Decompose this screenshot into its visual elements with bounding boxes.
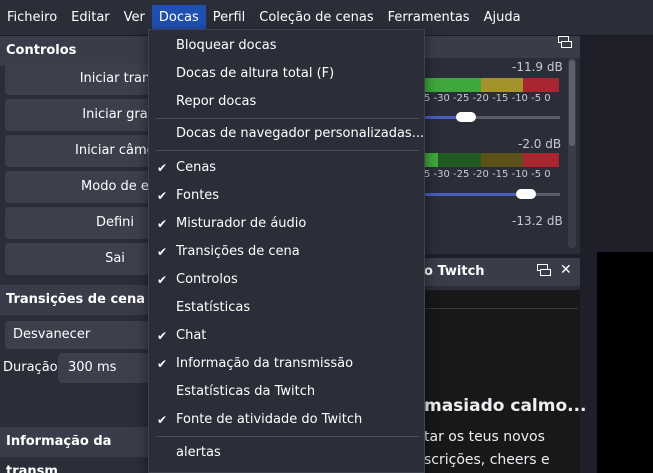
menu-item-audio-mixer[interactable]: ✔ Misturador de áudio — [149, 210, 424, 238]
check-icon: ✔ — [156, 245, 168, 259]
mixer-scrollbar-thumb[interactable] — [569, 60, 575, 146]
channel-1-meter — [424, 78, 559, 92]
undock-icon[interactable] — [558, 36, 572, 48]
menu-separator — [156, 436, 419, 437]
twitch-undock-icon[interactable] — [537, 264, 551, 276]
docas-dropdown-menu: Bloquear docas Docas de altura total (F)… — [148, 29, 425, 473]
divider — [424, 308, 578, 309]
menu-item-reset-docks[interactable]: Repor docas — [149, 88, 424, 116]
channel-2-db: -2.0 dB — [518, 137, 562, 151]
twitch-text-line-1: tar os teus novos — [424, 429, 545, 445]
menu-item-scene-transitions[interactable]: ✔ Transições de cena — [149, 238, 424, 266]
menu-item-scenes[interactable]: ✔ Cenas — [149, 154, 424, 182]
twitch-text-line-2: scrições, cheers e — [424, 452, 550, 468]
start-virtual-camera-button[interactable]: Iniciar câmera v — [5, 135, 155, 167]
menu-ajuda[interactable]: Ajuda — [477, 5, 528, 31]
transition-select[interactable]: Desvanecer — [5, 321, 155, 349]
menu-docas[interactable]: Docas — [151, 4, 206, 31]
menu-item-controls[interactable]: ✔ Controlos — [149, 266, 424, 294]
menu-perfil[interactable]: Perfil — [206, 5, 253, 31]
audio-mixer-header — [410, 36, 580, 58]
menu-separator — [156, 150, 419, 151]
menu-item-stream-info[interactable]: ✔ Informação da transmissão — [149, 350, 424, 378]
menu-colecao-cenas[interactable]: Coleção de cenas — [252, 5, 380, 31]
check-icon: ✔ — [156, 189, 168, 203]
menu-item-full-height-docks[interactable]: Docas de altura total (F) — [149, 60, 424, 88]
preview-canvas — [597, 252, 653, 473]
menu-item-twitch-activity-feed[interactable]: ✔ Fonte de atividade do Twitch — [149, 406, 424, 434]
menu-item-lock-docks[interactable]: Bloquear docas — [149, 32, 424, 60]
close-icon[interactable]: ✕ — [560, 262, 572, 278]
channel-1-db: -11.9 dB — [512, 60, 563, 74]
check-icon: ✔ — [156, 413, 168, 427]
duration-label: Duração — [3, 360, 58, 375]
channel-1-slider-fill — [424, 116, 460, 119]
menu-ferramentas[interactable]: Ferramentas — [381, 5, 477, 31]
channel-1-volume-knob[interactable] — [456, 112, 476, 122]
check-icon: ✔ — [156, 217, 168, 231]
duration-input[interactable]: 300 ms — [58, 353, 158, 383]
check-icon: ✔ — [156, 357, 168, 371]
check-icon: ✔ — [156, 273, 168, 287]
controls-dock: Controlos Iniciar tran Iniciar gra Inici… — [0, 36, 158, 473]
exit-button[interactable]: Sai — [5, 243, 155, 275]
twitch-content — [410, 290, 580, 473]
menu-ficheiro[interactable]: Ficheiro — [0, 5, 64, 31]
menu-item-alerts[interactable]: alertas — [149, 439, 424, 467]
menu-editar[interactable]: Editar — [64, 5, 117, 31]
channel-2-slider-fill — [424, 193, 520, 196]
transitions-dock-title: Transições de cena — [0, 285, 158, 315]
twitch-dock-title: o Twitch — [424, 264, 485, 279]
menu-item-stats[interactable]: Estatísticas — [149, 294, 424, 322]
channel-3-db: -13.2 dB — [512, 214, 563, 228]
preview-area — [580, 36, 653, 252]
menu-item-sources[interactable]: ✔ Fontes — [149, 182, 424, 210]
controls-dock-title: Controlos — [0, 36, 158, 66]
check-icon: ✔ — [156, 329, 168, 343]
check-icon: ✔ — [156, 161, 168, 175]
menu-separator — [156, 118, 419, 119]
channel-1-ticks: 5 -30 -25 -20 -15 -10 -5 0 — [424, 93, 551, 104]
start-streaming-button[interactable]: Iniciar tran — [5, 63, 155, 95]
menu-item-twitch-stats[interactable]: Estatísticas da Twitch — [149, 378, 424, 406]
channel-2-ticks: 5 -30 -25 -20 -15 -10 -5 0 — [424, 169, 551, 180]
menu-ver[interactable]: Ver — [117, 5, 152, 31]
channel-2-volume-knob[interactable] — [516, 189, 536, 199]
start-recording-button[interactable]: Iniciar gra — [5, 99, 155, 131]
settings-button[interactable]: Defini — [5, 207, 155, 239]
channel-2-meter — [424, 153, 559, 167]
menu-item-custom-browser-docks[interactable]: Docas de navegador personalizadas... — [149, 120, 424, 148]
twitch-heading: masiado calmo... — [424, 396, 587, 416]
stream-info-dock-title: Informação da transm — [0, 427, 158, 473]
studio-mode-button[interactable]: Modo de e — [5, 171, 155, 203]
menu-item-chat[interactable]: ✔ Chat — [149, 322, 424, 350]
